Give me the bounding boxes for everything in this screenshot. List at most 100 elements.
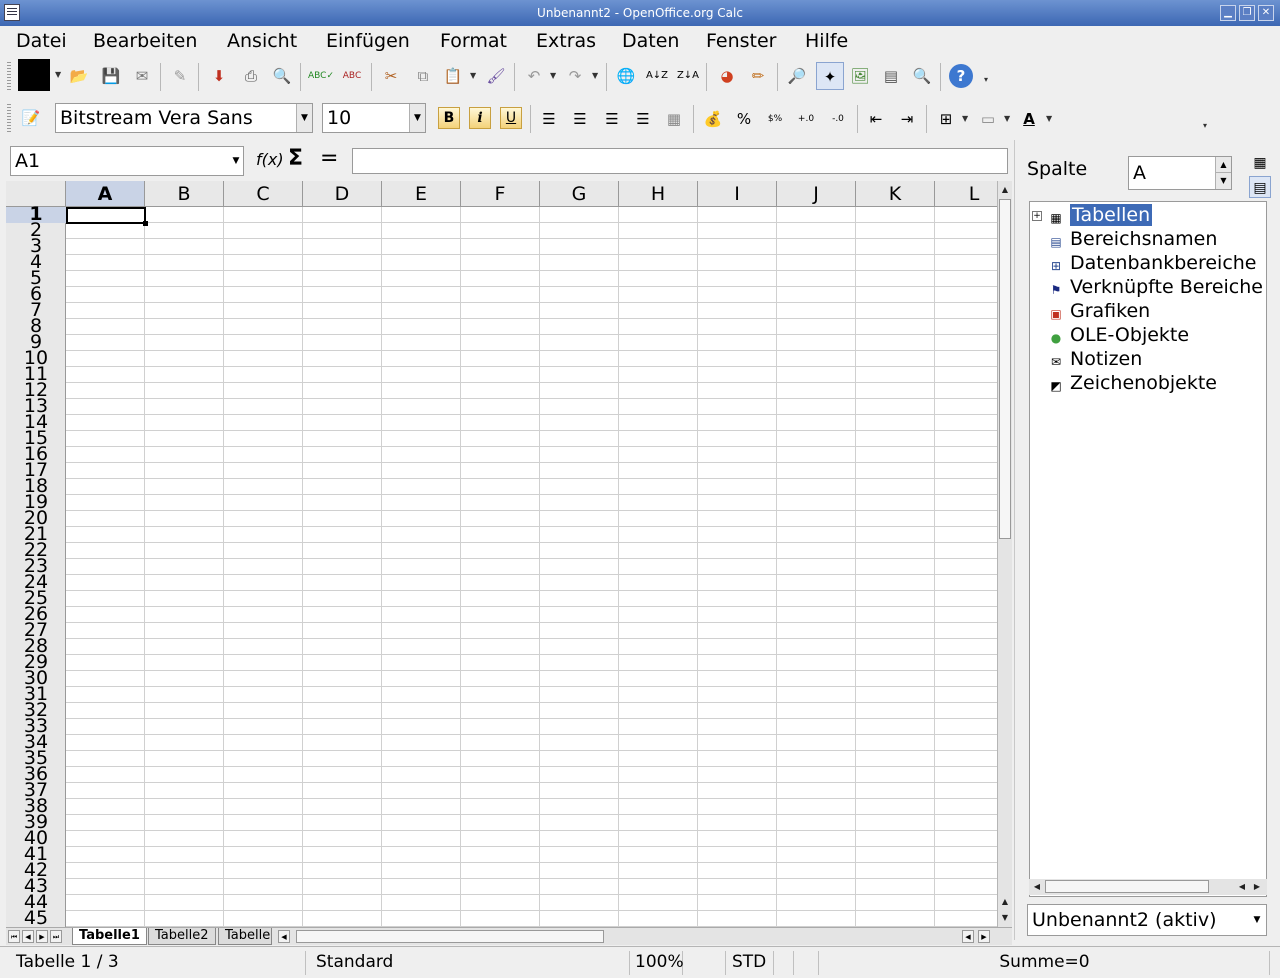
status-sum[interactable]: Summe=0 — [820, 951, 1270, 975]
scroll-left-icon[interactable]: ◀ — [1030, 880, 1044, 894]
data-range-icon[interactable]: ▦ — [1249, 152, 1271, 174]
scroll-left-icon[interactable]: ◀ — [1235, 880, 1249, 894]
sheet-tab-tabelle1[interactable]: Tabelle1 — [72, 928, 147, 945]
tree-item-notizen[interactable]: ✉ Notizen — [1048, 348, 1142, 372]
cell-area[interactable] — [66, 207, 998, 927]
toolbar-overflow-icon[interactable]: ▾ — [1203, 114, 1211, 138]
open-icon[interactable]: 📂 — [67, 64, 91, 88]
redo-icon[interactable]: ↷ — [563, 64, 587, 88]
delete-decimal-icon[interactable]: -.0 — [826, 107, 850, 131]
column-header-d[interactable]: D — [303, 181, 382, 207]
menu-extras[interactable]: Extras — [536, 30, 596, 52]
percent-format-icon[interactable]: % — [732, 107, 756, 131]
column-header-e[interactable]: E — [382, 181, 461, 207]
close-icon[interactable]: ✕ — [1258, 5, 1274, 21]
standard-format-icon[interactable]: $% — [763, 107, 787, 131]
tree-item-grafiken[interactable]: ▣ Grafiken — [1048, 300, 1150, 324]
document-select[interactable]: Unbenannt2 (aktiv) ▼ — [1027, 904, 1267, 936]
toolbar-grip[interactable] — [7, 62, 11, 92]
sort-ascending-icon[interactable]: A↓Z — [645, 64, 669, 88]
navigator-scroll-thumb[interactable] — [1045, 880, 1209, 893]
status-page-style[interactable]: Standard — [308, 951, 630, 975]
minimize-icon[interactable]: ▁ — [1220, 5, 1236, 21]
draw-functions-icon[interactable]: ✏ — [746, 64, 770, 88]
chevron-down-icon[interactable]: ▼ — [296, 104, 312, 132]
align-left-icon[interactable]: ☰ — [537, 107, 561, 131]
tree-item-verknuepfte-bereiche[interactable]: ⚑ Verknüpfte Bereiche — [1048, 276, 1263, 300]
navigator-icon[interactable]: ✦ — [816, 62, 844, 90]
tree-item-datenbankbereiche[interactable]: ⊞ Datenbankbereiche — [1048, 252, 1257, 276]
formula-input[interactable] — [352, 148, 1008, 174]
edit-file-icon[interactable]: ✎ — [168, 64, 192, 88]
new-document-icon[interactable] — [18, 59, 50, 91]
underline-button[interactable]: U — [500, 107, 522, 129]
next-sheet-icon[interactable]: ▶ — [36, 930, 48, 943]
tree-item-bereichsnamen[interactable]: ▤ Bereichsnamen — [1048, 228, 1217, 252]
page-preview-icon[interactable]: 🔍 — [270, 64, 294, 88]
column-header-j[interactable]: J — [777, 181, 856, 207]
first-sheet-icon[interactable]: ⏮ — [8, 930, 20, 943]
status-signature[interactable] — [795, 951, 819, 975]
print-icon[interactable]: ⎙ — [239, 64, 263, 88]
row-header[interactable]: 45 — [6, 909, 66, 928]
function-wizard-icon[interactable]: f(x) — [256, 150, 284, 169]
column-header-l[interactable]: L — [935, 181, 998, 207]
scroll-down-icon[interactable]: ▼ — [998, 911, 1012, 925]
pdf-export-icon[interactable]: ⬇ — [207, 64, 231, 88]
font-size-combo[interactable]: 10 ▼ — [322, 103, 426, 133]
datasources-icon[interactable]: ▤ — [879, 64, 903, 88]
add-decimal-icon[interactable]: +.0 — [794, 107, 818, 131]
status-selection-mode[interactable]: STD — [724, 951, 774, 975]
contents-toggle-icon[interactable]: ▤ — [1249, 176, 1271, 198]
styles-formatting-icon[interactable]: 📝 — [19, 106, 43, 130]
background-color-dropdown-icon[interactable]: ▼ — [1004, 107, 1012, 131]
column-header-a[interactable]: A — [66, 181, 145, 207]
currency-format-icon[interactable]: 💰 — [701, 107, 725, 131]
function-icon[interactable]: = — [320, 146, 338, 171]
navigator-scrollbar[interactable]: ◀ ◀ ▶ — [1029, 879, 1267, 895]
menu-bearbeiten[interactable]: Bearbeiten — [93, 30, 197, 52]
column-header-b[interactable]: B — [145, 181, 224, 207]
menu-datei[interactable]: Datei — [16, 30, 67, 52]
column-header-c[interactable]: C — [224, 181, 303, 207]
sheet-tab-tabelle2[interactable]: Tabelle2 — [148, 928, 216, 945]
new-dropdown-icon[interactable]: ▼ — [55, 63, 63, 87]
menu-daten[interactable]: Daten — [622, 30, 679, 52]
previous-sheet-icon[interactable]: ◀ — [22, 930, 34, 943]
help-icon[interactable]: ? — [949, 64, 973, 88]
status-zoom[interactable]: 100% — [627, 951, 684, 975]
horizontal-scroll-thumb[interactable] — [296, 930, 604, 943]
expand-icon[interactable]: + — [1032, 211, 1042, 221]
tree-item-zeichenobjekte[interactable]: ◩ Zeichenobjekte — [1048, 372, 1217, 396]
font-name-combo[interactable]: Bitstream Vera Sans ▼ — [55, 103, 313, 133]
column-header-g[interactable]: G — [540, 181, 619, 207]
format-paintbrush-icon[interactable]: 🖌 — [484, 64, 508, 88]
redo-dropdown-icon[interactable]: ▼ — [592, 64, 600, 88]
cut-icon[interactable]: ✂ — [379, 64, 403, 88]
undo-icon[interactable]: ↶ — [522, 64, 546, 88]
name-box[interactable]: A1 ▼ — [10, 146, 244, 176]
menu-format[interactable]: Format — [440, 30, 507, 52]
spin-down-icon[interactable]: ▼ — [1215, 173, 1231, 189]
find-replace-icon[interactable]: 🔎 — [785, 64, 809, 88]
background-color-icon[interactable]: ▭ — [976, 107, 1000, 131]
tree-item-tabellen[interactable]: ▦ Tabellen — [1048, 204, 1153, 228]
chevron-down-icon[interactable]: ▼ — [1248, 905, 1266, 935]
chart-icon[interactable]: ◕ — [715, 64, 739, 88]
bold-button[interactable]: B — [438, 107, 460, 129]
paste-icon[interactable]: 📋 — [441, 64, 465, 88]
spellcheck-icon[interactable]: ABC✓ — [308, 64, 334, 88]
borders-icon[interactable]: ⊞ — [934, 107, 958, 131]
last-sheet-icon[interactable]: ⏭ — [50, 930, 62, 943]
vertical-scroll-thumb[interactable] — [999, 199, 1011, 539]
menu-einfuegen[interactable]: Einfügen — [326, 30, 410, 52]
undo-dropdown-icon[interactable]: ▼ — [550, 64, 558, 88]
scroll-left-icon[interactable]: ◀ — [278, 930, 290, 943]
column-header-f[interactable]: F — [461, 181, 540, 207]
copy-icon[interactable]: ⧉ — [411, 64, 435, 88]
toolbar-overflow-icon[interactable]: ▾ — [984, 68, 992, 92]
italic-button[interactable]: i — [469, 107, 491, 129]
scroll-right-icon[interactable]: ▶ — [978, 930, 990, 943]
scroll-up-icon[interactable]: ▲ — [998, 895, 1012, 909]
chevron-down-icon[interactable]: ▼ — [229, 147, 243, 175]
